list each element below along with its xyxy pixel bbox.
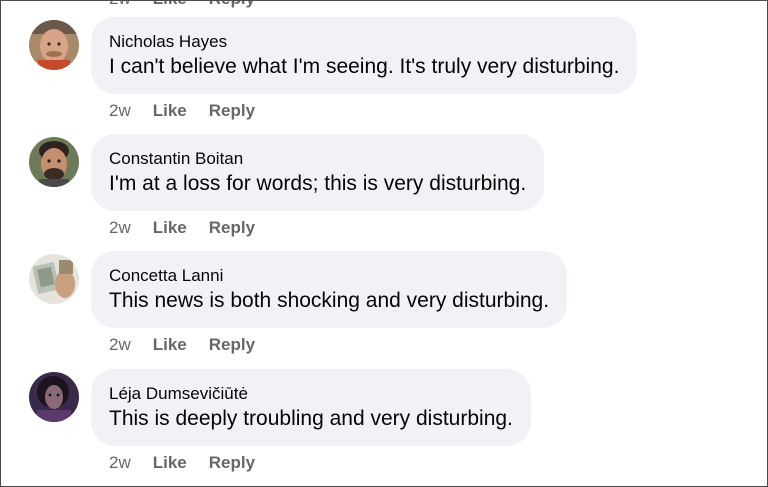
comment-bubble: Léja Dumsevičiūtė This is deeply troubli… — [91, 369, 531, 446]
comment-bubble: Concetta Lanni This news is both shockin… — [91, 251, 568, 328]
comment-item: Léja Dumsevičiūtė This is deeply troubli… — [29, 369, 531, 473]
avatar[interactable] — [29, 20, 79, 70]
reply-button[interactable]: Reply — [209, 453, 255, 473]
comment-author[interactable]: Concetta Lanni — [109, 265, 549, 287]
comment-text: This news is both shocking and very dist… — [109, 289, 550, 312]
comment-text: I can't believe what I'm seeing. It's tr… — [109, 55, 620, 78]
comment-bubble: Constantin Boitan I'm at a loss for word… — [91, 134, 545, 211]
like-button[interactable]: Like — [153, 453, 187, 473]
comment-item: Constantin Boitan I'm at a loss for word… — [29, 134, 545, 238]
avatar[interactable] — [29, 137, 79, 187]
reply-button[interactable]: Reply — [209, 335, 255, 355]
avatar[interactable] — [29, 254, 79, 304]
comment-item: Concetta Lanni This news is both shockin… — [29, 251, 568, 355]
reply-button[interactable]: Reply — [209, 101, 255, 121]
comment-bubble: Nicholas Hayes I can't believe what I'm … — [91, 17, 638, 94]
like-button[interactable]: Like — [153, 101, 187, 121]
comment-timestamp[interactable]: 2w — [109, 453, 131, 473]
avatar[interactable] — [29, 372, 79, 422]
avatar-photo-icon — [29, 254, 79, 304]
comment-timestamp[interactable]: 2w — [109, 218, 131, 238]
avatar-photo-icon — [29, 20, 79, 70]
comment-timestamp[interactable]: 2w — [109, 335, 131, 355]
comment-actions: 2w Like Reply — [109, 453, 531, 473]
comment-item: Nicholas Hayes I can't believe what I'm … — [29, 17, 638, 121]
comment-text: I'm at a loss for words; this is very di… — [109, 172, 527, 195]
comment-text: This is deeply troubling and very distur… — [109, 407, 513, 430]
comment-actions: 2w Like Reply — [109, 101, 637, 121]
comment-author[interactable]: Léja Dumsevičiūtė — [109, 383, 513, 405]
comment-author[interactable]: Constantin Boitan — [109, 148, 526, 170]
like-button[interactable]: Like — [153, 218, 187, 238]
reply-button[interactable]: Reply — [209, 218, 255, 238]
comment-timestamp: 2w — [109, 1, 131, 9]
comment-timestamp[interactable]: 2w — [109, 101, 131, 121]
avatar-photo-icon — [29, 137, 79, 187]
comment-actions: 2w Like Reply — [109, 335, 567, 355]
like-button[interactable]: Like — [153, 1, 187, 9]
previous-comment-actions: 2w Like Reply — [109, 1, 255, 9]
avatar-photo-icon — [29, 372, 79, 422]
comment-actions: 2w Like Reply — [109, 218, 544, 238]
like-button[interactable]: Like — [153, 335, 187, 355]
comments-panel: 2w Like Reply Nicholas Hayes I can't bel… — [0, 0, 768, 487]
comment-author[interactable]: Nicholas Hayes — [109, 31, 619, 53]
reply-button[interactable]: Reply — [209, 1, 255, 9]
